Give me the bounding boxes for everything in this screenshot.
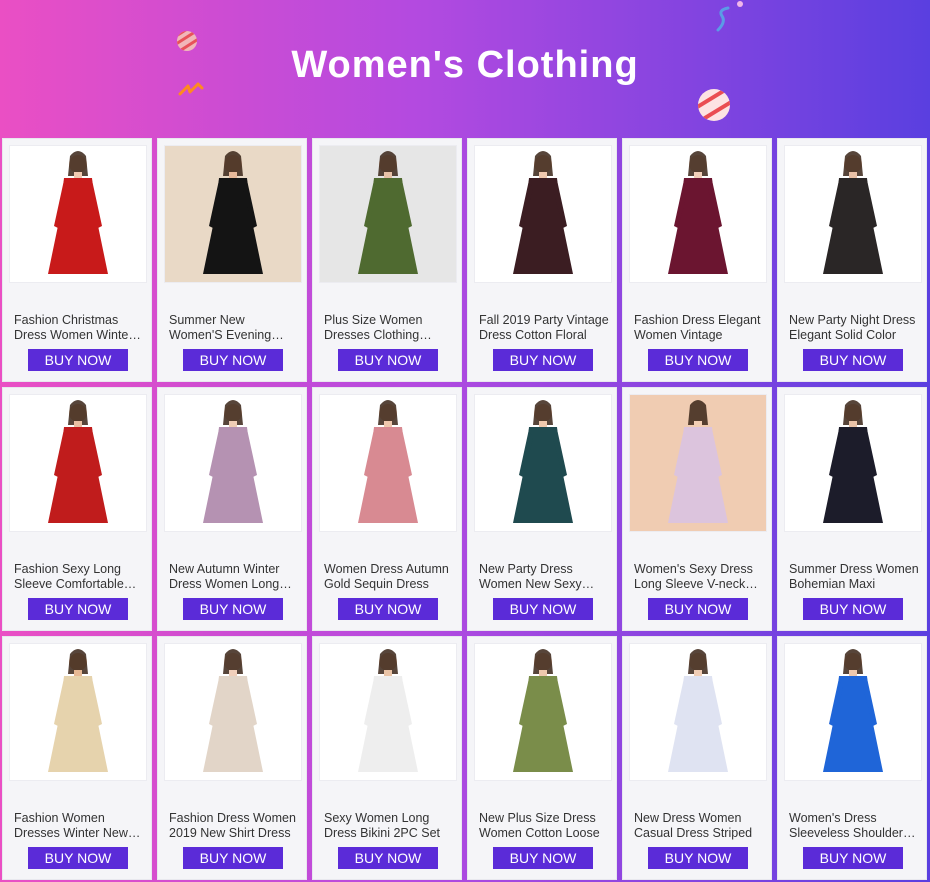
product-card[interactable]: Summer Dress Women Bohemian Maxi BUY NOW xyxy=(777,387,927,631)
buy-now-button[interactable]: BUY NOW xyxy=(338,847,438,869)
striped-ball-icon xyxy=(698,89,730,121)
buy-now-button[interactable]: BUY NOW xyxy=(338,349,438,371)
streamer-icon xyxy=(716,1,743,32)
product-name[interactable]: New Party Dress Women New Sexy Floral xyxy=(479,562,609,592)
product-image[interactable] xyxy=(164,643,302,781)
product-card[interactable]: Fall 2019 Party Vintage Dress Cotton Flo… xyxy=(467,138,617,382)
product-card[interactable]: Sexy Women Long Dress Bikini 2PC Set BUY … xyxy=(312,636,462,880)
product-image[interactable] xyxy=(164,145,302,283)
product-name[interactable]: New Autumn Winter Dress Women Long Sleev… xyxy=(169,562,299,592)
page-title: Women's Clothing xyxy=(291,44,639,86)
product-image[interactable] xyxy=(784,145,922,283)
product-card[interactable]: New Party Dress Women New Sexy Floral BUY… xyxy=(467,387,617,631)
product-card[interactable]: Fashion Sexy Long Sleeve Comfortable Dre… xyxy=(2,387,152,631)
product-card[interactable]: Summer New Women'S Evening Dress BUY NOW xyxy=(157,138,307,382)
buy-now-button[interactable]: BUY NOW xyxy=(648,349,748,371)
product-name[interactable]: New Dress Women Casual Dress Striped xyxy=(634,811,764,841)
product-name[interactable]: New Plus Size Dress Women Cotton Loose xyxy=(479,811,609,841)
product-name[interactable]: Fall 2019 Party Vintage Dress Cotton Flo… xyxy=(479,313,609,343)
product-name[interactable]: Summer New Women'S Evening Dress xyxy=(169,313,299,343)
product-card[interactable]: Women Dress Autumn Gold Sequin Dress BUY … xyxy=(312,387,462,631)
product-name[interactable]: Fashion Women Dresses Winter New Dress xyxy=(14,811,144,841)
product-name[interactable]: Fashion Christmas Dress Women Winter Dre… xyxy=(14,313,144,343)
buy-now-button[interactable]: BUY NOW xyxy=(183,349,283,371)
product-card[interactable]: Fashion Dress Women 2019 New Shirt Dress… xyxy=(157,636,307,880)
buy-now-button[interactable]: BUY NOW xyxy=(183,598,283,620)
header-banner: Women's Clothing xyxy=(0,0,930,136)
buy-now-button[interactable]: BUY NOW xyxy=(648,598,748,620)
product-image[interactable] xyxy=(629,394,767,532)
product-card[interactable]: Fashion Women Dresses Winter New Dress BU… xyxy=(2,636,152,880)
product-image[interactable] xyxy=(319,145,457,283)
product-image[interactable] xyxy=(474,643,612,781)
product-card[interactable]: New Party Night Dress Elegant Solid Colo… xyxy=(777,138,927,382)
product-image[interactable] xyxy=(9,145,147,283)
buy-now-button[interactable]: BUY NOW xyxy=(28,847,128,869)
product-image[interactable] xyxy=(9,643,147,781)
buy-now-button[interactable]: BUY NOW xyxy=(803,598,903,620)
product-image[interactable] xyxy=(629,145,767,283)
product-card[interactable]: New Plus Size Dress Women Cotton Loose BU… xyxy=(467,636,617,880)
product-card[interactable]: Plus Size Women Dresses Clothing Autumn B… xyxy=(312,138,462,382)
buy-now-button[interactable]: BUY NOW xyxy=(28,598,128,620)
buy-now-button[interactable]: BUY NOW xyxy=(28,349,128,371)
product-card[interactable]: New Dress Women Casual Dress Striped BUY … xyxy=(622,636,772,880)
buy-now-button[interactable]: BUY NOW xyxy=(493,598,593,620)
product-card[interactable]: New Autumn Winter Dress Women Long Sleev… xyxy=(157,387,307,631)
product-card[interactable]: Women's Dress Sleeveless Shoulder Matern… xyxy=(777,636,927,880)
product-card[interactable]: Fashion Dress Elegant Women Vintage BUY N… xyxy=(622,138,772,382)
product-image[interactable] xyxy=(784,643,922,781)
product-card[interactable]: Fashion Christmas Dress Women Winter Dre… xyxy=(2,138,152,382)
product-card[interactable]: Women's Sexy Dress Long Sleeve V-neck Dr… xyxy=(622,387,772,631)
product-image[interactable] xyxy=(629,643,767,781)
product-name[interactable]: Summer Dress Women Bohemian Maxi xyxy=(789,562,919,592)
buy-now-button[interactable]: BUY NOW xyxy=(493,349,593,371)
product-name[interactable]: Plus Size Women Dresses Clothing Autumn xyxy=(324,313,454,343)
product-image[interactable] xyxy=(474,394,612,532)
buy-now-button[interactable]: BUY NOW xyxy=(493,847,593,869)
buy-now-button[interactable]: BUY NOW xyxy=(338,598,438,620)
product-image[interactable] xyxy=(319,643,457,781)
product-name[interactable]: Women's Dress Sleeveless Shoulder Matern… xyxy=(789,811,919,841)
buy-now-button[interactable]: BUY NOW xyxy=(183,847,283,869)
product-name[interactable]: Women's Sexy Dress Long Sleeve V-neck Dr… xyxy=(634,562,764,592)
product-name[interactable]: New Party Night Dress Elegant Solid Colo… xyxy=(789,313,919,343)
product-name[interactable]: Fashion Sexy Long Sleeve Comfortable Dre… xyxy=(14,562,144,592)
buy-now-button[interactable]: BUY NOW xyxy=(803,349,903,371)
product-name[interactable]: Fashion Dress Women 2019 New Shirt Dress xyxy=(169,811,299,841)
product-name[interactable]: Women Dress Autumn Gold Sequin Dress xyxy=(324,562,454,592)
product-image[interactable] xyxy=(319,394,457,532)
product-image[interactable] xyxy=(9,394,147,532)
product-name[interactable]: Sexy Women Long Dress Bikini 2PC Set xyxy=(324,811,454,841)
product-grid: Fashion Christmas Dress Women Winter Dre… xyxy=(2,138,928,880)
product-image[interactable] xyxy=(164,394,302,532)
buy-now-button[interactable]: BUY NOW xyxy=(803,847,903,869)
product-image[interactable] xyxy=(474,145,612,283)
product-image[interactable] xyxy=(784,394,922,532)
buy-now-button[interactable]: BUY NOW xyxy=(648,847,748,869)
product-name[interactable]: Fashion Dress Elegant Women Vintage xyxy=(634,313,764,343)
